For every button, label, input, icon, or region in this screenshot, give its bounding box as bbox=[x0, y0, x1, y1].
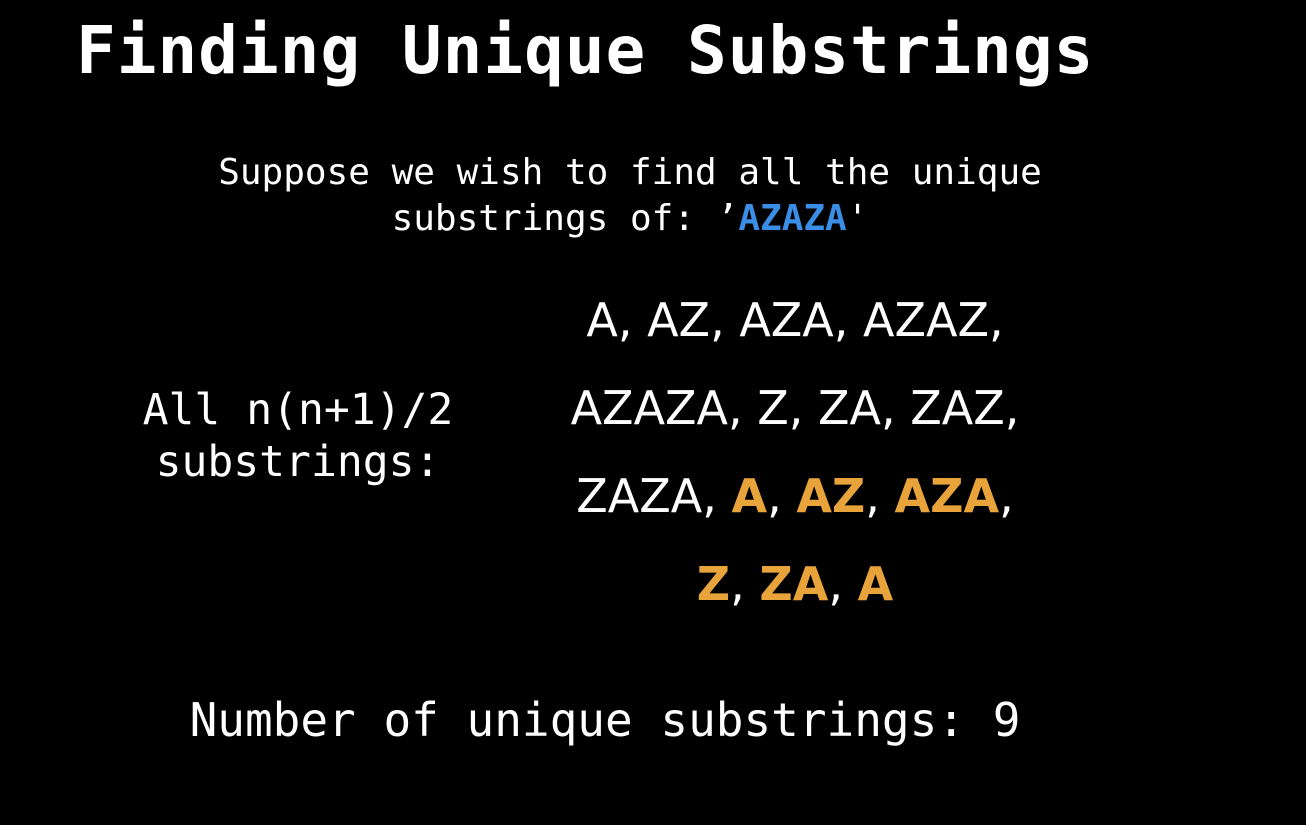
separator: , bbox=[833, 293, 864, 347]
intro-line-2-prefix: substrings of: ’ bbox=[391, 198, 739, 239]
substrings-label: All n(n+1)/2 substrings: bbox=[98, 384, 498, 488]
substring-item: AZ bbox=[647, 293, 711, 347]
duplicate-substring-item: ZA bbox=[759, 557, 829, 611]
separator: , bbox=[999, 469, 1014, 523]
separator: , bbox=[828, 557, 858, 611]
substring-row-3: ZAZA, A, AZ, AZA, bbox=[505, 466, 1085, 554]
page-title: Finding Unique Substrings bbox=[76, 12, 1095, 89]
unique-count-result: Number of unique substrings: 9 bbox=[189, 693, 1021, 747]
substring-item: ZAZ bbox=[910, 381, 1005, 435]
duplicate-substring-item: A bbox=[731, 469, 768, 523]
substring-item: AZAZ bbox=[863, 293, 989, 347]
separator: , bbox=[710, 293, 740, 347]
substring-item: Z bbox=[757, 381, 789, 435]
substring-row-4: Z, ZA, A bbox=[505, 554, 1085, 642]
substring-item: ZAZA bbox=[576, 469, 703, 523]
substring-row-1: A, AZ, AZA, AZAZ, bbox=[505, 290, 1085, 378]
intro-line-1: Suppose we wish to find all the unique bbox=[218, 152, 1042, 193]
separator: , bbox=[865, 469, 895, 523]
intro-line-2-suffix: ' bbox=[846, 198, 869, 239]
substring-item: ZA bbox=[818, 381, 882, 435]
separator: , bbox=[730, 557, 760, 611]
substring-list: A, AZ, AZA, AZAZ, AZAZA, Z, ZA, ZAZ, ZAZ… bbox=[505, 290, 1085, 642]
duplicate-substring-item: AZ bbox=[796, 469, 866, 523]
intro-line-2: substrings of: ’AZAZA' bbox=[0, 196, 1260, 242]
separator: , bbox=[702, 469, 732, 523]
separator: , bbox=[728, 381, 758, 435]
separator: , bbox=[617, 293, 648, 347]
duplicate-substring-item: AZA bbox=[894, 469, 1000, 523]
substring-item: A bbox=[586, 293, 618, 347]
separator: , bbox=[1004, 381, 1020, 435]
duplicate-substring-item: A bbox=[857, 557, 894, 611]
duplicate-substring-item: Z bbox=[696, 557, 731, 611]
substring-item: AZAZA bbox=[570, 381, 729, 435]
substrings-label-line-2: substrings: bbox=[155, 437, 441, 487]
separator: , bbox=[989, 293, 1004, 347]
separator: , bbox=[767, 469, 797, 523]
substrings-label-line-1: All n(n+1)/2 bbox=[142, 385, 454, 435]
substring-row-2: AZAZA, Z, ZA, ZAZ, bbox=[505, 378, 1085, 466]
separator: , bbox=[881, 381, 911, 435]
target-string: AZAZA bbox=[738, 198, 847, 239]
intro-text: Suppose we wish to find all the unique s… bbox=[0, 150, 1260, 242]
separator: , bbox=[788, 381, 819, 435]
substring-item: AZA bbox=[739, 293, 834, 347]
